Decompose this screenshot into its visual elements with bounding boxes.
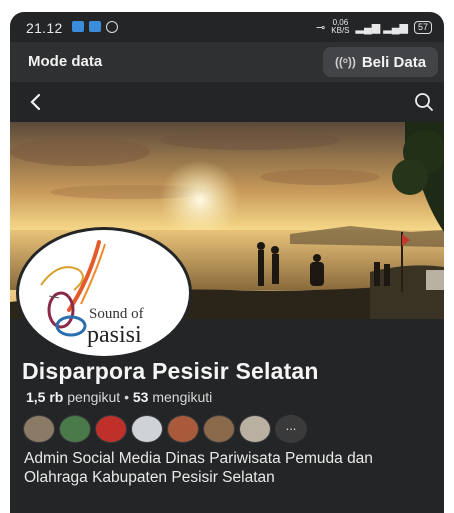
- follower-avatar[interactable]: [59, 415, 91, 443]
- sound-of-pasisi-logo: Sound of pasisi: [40, 240, 144, 348]
- followers-count[interactable]: 1,5 rb: [26, 389, 63, 405]
- followers-label[interactable]: pengikut: [67, 389, 120, 405]
- search-icon[interactable]: [412, 90, 436, 114]
- signal-icon: ▂▄▆ ▂▄▆: [355, 21, 408, 34]
- message-icon: [89, 21, 101, 32]
- page-nav-bar: [10, 82, 444, 122]
- key-icon: ⊸: [316, 21, 326, 34]
- follower-avatar[interactable]: [203, 415, 235, 443]
- buy-data-label: Beli Data: [361, 53, 427, 71]
- following-label[interactable]: mengikuti: [152, 389, 212, 405]
- buy-data-button[interactable]: ((ᵒ)) Beli Data: [323, 47, 438, 77]
- network-speed: 0,06 KB/S: [331, 19, 349, 35]
- stats-separator: •: [124, 389, 129, 405]
- follower-avatar[interactable]: [167, 415, 199, 443]
- whatsapp-icon: [106, 21, 118, 33]
- page-title: Disparpora Pesisir Selatan: [22, 358, 319, 384]
- data-mode-bar: Mode data ((ᵒ)) Beli Data: [10, 42, 444, 82]
- logo-text-top: Sound of: [89, 306, 144, 322]
- phone-screen: 21.12 ⊸ 0,06 KB/S ▂▄▆ ▂▄▆ 57 Mode data (…: [10, 12, 444, 513]
- data-signal-icon: ((ᵒ)): [334, 55, 356, 69]
- profile-picture[interactable]: Sound of pasisi: [16, 227, 192, 359]
- notification-icon: [72, 21, 84, 32]
- follower-avatar[interactable]: [239, 415, 271, 443]
- back-arrow-icon[interactable]: [24, 90, 48, 114]
- more-followers-icon[interactable]: ...: [275, 415, 307, 443]
- status-bar: 21.12 ⊸ 0,06 KB/S ▂▄▆ ▂▄▆ 57: [10, 12, 444, 42]
- battery-level: 57: [413, 20, 432, 34]
- mode-data-title: Mode data: [28, 53, 103, 70]
- speed-unit: KB/S: [331, 26, 350, 35]
- status-time: 21.12: [26, 20, 63, 36]
- follow-stats: 1,5 rb pengikut • 53 mengikuti: [26, 389, 212, 405]
- follower-avatar[interactable]: [23, 415, 55, 443]
- follower-avatars[interactable]: ...: [23, 415, 307, 443]
- logo-text-bottom: pasisi: [87, 322, 142, 348]
- page-bio: Admin Social Media Dinas Pariwisata Pemu…: [24, 450, 373, 486]
- following-count[interactable]: 53: [133, 389, 149, 405]
- follower-avatar[interactable]: [95, 415, 127, 443]
- status-right: ⊸ 0,06 KB/S ▂▄▆ ▂▄▆ 57: [316, 19, 432, 35]
- follower-avatar[interactable]: [131, 415, 163, 443]
